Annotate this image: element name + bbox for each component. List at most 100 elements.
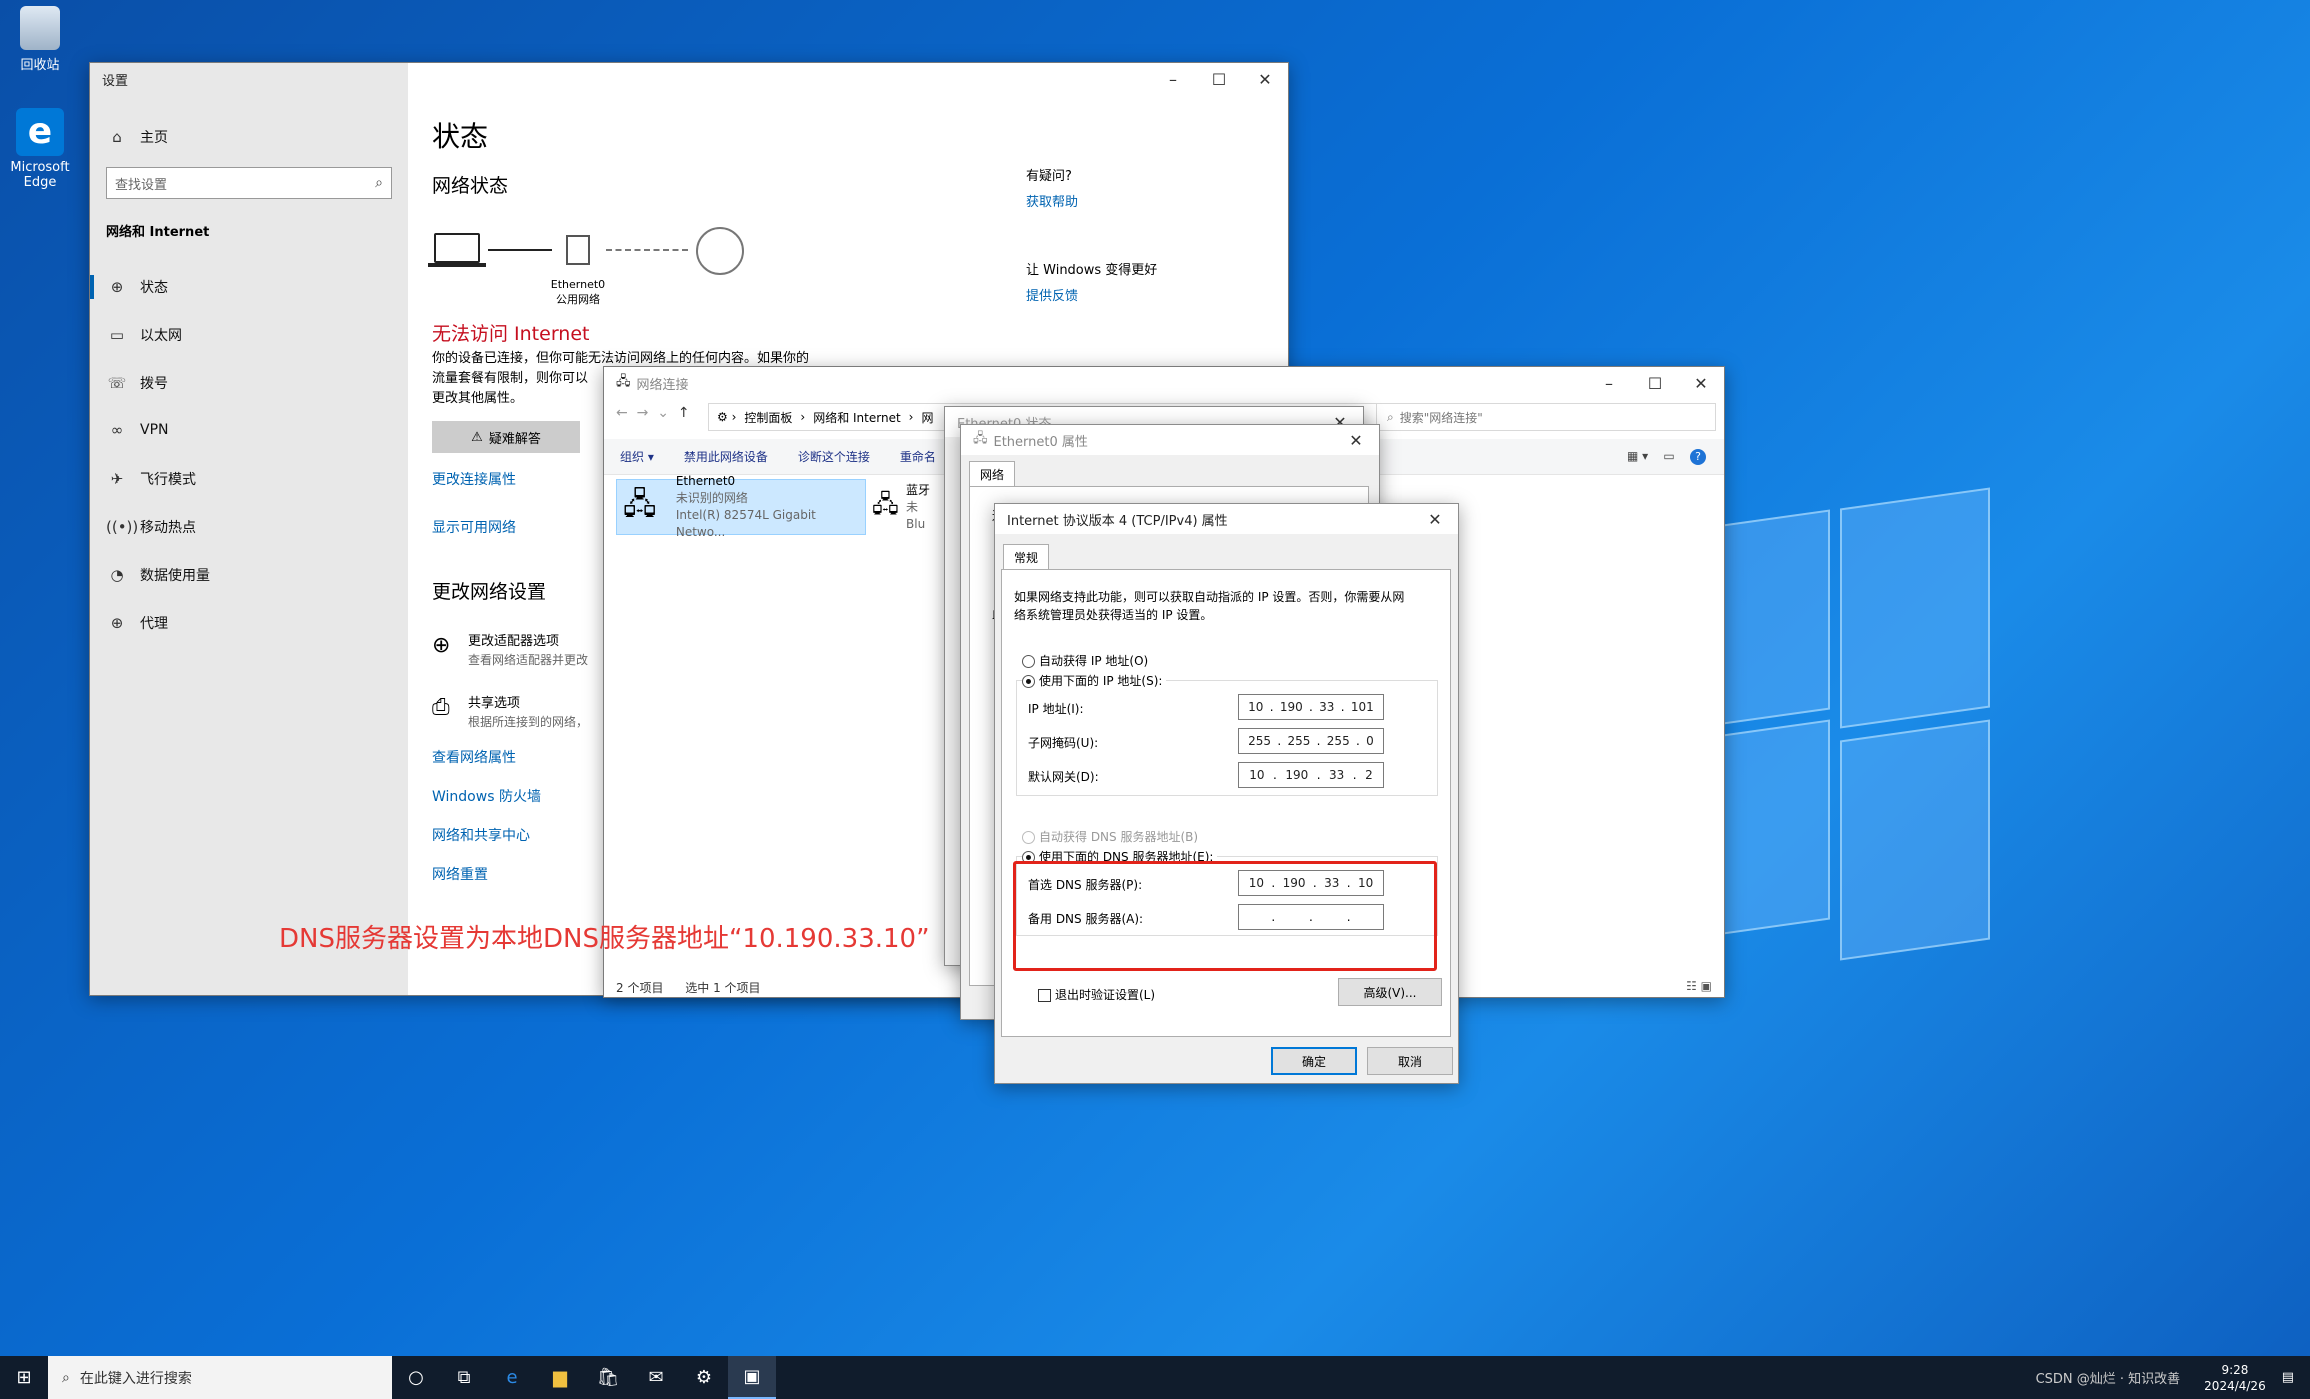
gateway-label: 默认网关(D): xyxy=(1028,770,1099,784)
mail-icon[interactable]: ✉ xyxy=(632,1356,680,1399)
edge-desktop-icon[interactable]: e Microsoft Edge xyxy=(0,108,80,190)
show-available-networks-link[interactable]: 显示可用网络 xyxy=(432,517,516,537)
rename-button[interactable]: 重命名 xyxy=(900,448,936,465)
validate-on-exit-checkbox[interactable]: 退出时验证设置(L) xyxy=(1038,986,1155,1003)
nav-back-forward[interactable]: ← → ⌄ ↑ xyxy=(616,405,690,421)
breadcrumb-item[interactable]: 网络和 Internet xyxy=(813,409,900,426)
adapter2-name: 蓝牙 xyxy=(906,482,931,497)
adapter-options-item[interactable]: ⊕ 更改适配器选项 查看网络适配器并更改 xyxy=(432,633,588,669)
gateway-field[interactable]: 10. 190. 33. 2 xyxy=(1238,762,1384,788)
sharing-options-icon: ⎙ xyxy=(432,695,450,720)
network-reset-link[interactable]: 网络重置 xyxy=(432,864,488,884)
cancel-button[interactable]: 取消 xyxy=(1367,1047,1453,1075)
search-icon: ⌕ xyxy=(1387,409,1394,424)
windows-firewall-link[interactable]: Windows 防火墙 xyxy=(432,786,541,806)
bluetooth-adapter-item[interactable]: 🖧 蓝牙 未 Blu xyxy=(872,479,932,535)
sharing-options-title: 共享选项 xyxy=(468,696,521,711)
ethernet-adapter-icon xyxy=(566,235,590,265)
sharing-options-item[interactable]: ⎙ 共享选项 根据所连接到的网络， xyxy=(432,695,588,731)
ip-address-field[interactable]: 10. 190. 33. 101 xyxy=(1238,694,1384,720)
recycle-bin-desktop-icon[interactable]: 回收站 xyxy=(0,6,80,73)
edge-label-line2: Edge xyxy=(23,175,57,190)
subnet-mask-field[interactable]: 255. 255. 255. 0 xyxy=(1238,728,1384,754)
globe-icon: ⊕ xyxy=(110,614,124,632)
manual-ip-radio[interactable]: 使用下面的 IP 地址(S): xyxy=(1022,672,1167,689)
auto-ip-radio[interactable]: 自动获得 IP 地址(O) xyxy=(1022,652,1148,669)
start-button[interactable]: ⊞ xyxy=(0,1356,48,1399)
sidebar-item-proxy[interactable]: ⊕ 代理 xyxy=(106,613,168,633)
tab-general[interactable]: 常规 xyxy=(1003,544,1050,570)
subnet-mask-label: 子网掩码(U): xyxy=(1028,736,1099,750)
close-button[interactable]: ✕ xyxy=(1412,503,1458,535)
minimize-button[interactable]: – xyxy=(1150,63,1196,95)
view-toggle-icons[interactable]: ☷ ▣ xyxy=(1686,979,1712,993)
minimize-button[interactable]: – xyxy=(1586,367,1632,399)
breadcrumb-item[interactable]: 控制面板 xyxy=(744,409,792,426)
diagnose-button[interactable]: 诊断这个连接 xyxy=(798,448,870,465)
taskbar-search[interactable]: ⌕ 在此键入进行搜索 xyxy=(48,1356,392,1399)
settings-section-heading: 网络和 Internet xyxy=(106,225,210,240)
sidebar-item-home[interactable]: ⌂ 主页 xyxy=(106,127,168,147)
globe-icon xyxy=(696,227,744,275)
clock-date: 2024/4/26 xyxy=(2204,1378,2266,1393)
auto-dns-radio[interactable]: 自动获得 DNS 服务器地址(B) xyxy=(1022,828,1198,845)
sidebar-item-dialup[interactable]: ☏ 拨号 xyxy=(106,373,168,393)
settings-taskbar-icon[interactable]: ⚙ xyxy=(680,1356,728,1399)
adapter2-status: 未 xyxy=(906,499,919,514)
get-help-link[interactable]: 获取帮助 xyxy=(1026,191,1078,210)
sidebar-item-vpn[interactable]: ∞ VPN xyxy=(106,421,169,439)
taskbar-search-placeholder: 在此键入进行搜索 xyxy=(79,1370,192,1387)
file-explorer-icon[interactable]: ▆ xyxy=(536,1356,584,1399)
view-network-properties-link[interactable]: 查看网络属性 xyxy=(432,747,516,767)
organize-menu[interactable]: 组织 ▾ xyxy=(620,448,654,465)
help-icon[interactable]: ? xyxy=(1690,448,1706,465)
advanced-button[interactable]: 高级(V)... xyxy=(1338,978,1442,1006)
nav-label: 状态 xyxy=(140,280,168,296)
view-options-icon[interactable]: ▦ ▾ ▭ ? xyxy=(1627,448,1706,465)
internet-link-dashed xyxy=(606,249,688,251)
system-tray: CSDN @灿烂 · 知识改善 9:28 2024/4/26 ▤ xyxy=(2036,1362,2294,1394)
ethernet0-adapter-item[interactable]: 🖧 Ethernet0 未识别的网络 Intel(R) 82574L Gigab… xyxy=(616,474,866,539)
change-connection-properties-link[interactable]: 更改连接属性 xyxy=(432,469,516,489)
question-heading: 有疑问? xyxy=(1026,169,1072,184)
breadcrumb-item[interactable]: 网 xyxy=(921,409,933,426)
sidebar-item-hotspot[interactable]: ((•)) 移动热点 xyxy=(106,517,196,537)
sidebar-item-data-usage[interactable]: ◔ 数据使用量 xyxy=(106,565,210,585)
netconn-search-placeholder: 搜索"网络连接" xyxy=(1399,410,1483,425)
maximize-button[interactable]: ☐ xyxy=(1632,367,1678,399)
recycle-bin-label: 回收站 xyxy=(20,58,60,73)
settings-search-input[interactable]: 查找设置 ⌕ xyxy=(106,167,392,199)
close-button[interactable]: ✕ xyxy=(1333,424,1379,456)
hotspot-icon: ((•)) xyxy=(106,518,139,536)
notification-icon[interactable]: ▤ xyxy=(2282,1370,2294,1385)
edge-taskbar-icon[interactable]: e xyxy=(488,1356,536,1399)
sidebar-item-ethernet[interactable]: ▭ 以太网 xyxy=(106,325,182,345)
netconn-search-input[interactable]: ⌕ 搜索"网络连接" xyxy=(1376,403,1716,431)
ok-button[interactable]: 确定 xyxy=(1271,1047,1357,1075)
airplane-icon: ✈ xyxy=(110,470,124,488)
nav-label: 拨号 xyxy=(140,376,168,392)
troubleshoot-button[interactable]: ⚠ 疑难解答 xyxy=(432,421,580,453)
feedback-link[interactable]: 提供反馈 xyxy=(1026,285,1078,304)
store-icon[interactable]: 🛍 xyxy=(584,1356,632,1399)
settings-title: 设置 xyxy=(102,73,129,89)
nav-label: 以太网 xyxy=(140,328,182,344)
task-view-icon[interactable]: ⧉ xyxy=(440,1356,488,1399)
netconn-title: 网络连接 xyxy=(636,377,689,393)
maximize-button[interactable]: ☐ xyxy=(1196,63,1242,95)
netconn-window-icon: 🖧 xyxy=(616,374,631,389)
tab-network[interactable]: 网络 xyxy=(969,461,1016,487)
nav-label: 代理 xyxy=(140,616,168,632)
search-placeholder: 查找设置 xyxy=(115,177,168,193)
network-connections-taskbar-icon[interactable]: ▣ xyxy=(728,1356,776,1399)
close-button[interactable]: ✕ xyxy=(1242,63,1288,95)
sidebar-item-status[interactable]: ⊕ 状态 xyxy=(106,277,168,297)
adapter-options-title: 更改适配器选项 xyxy=(468,634,560,649)
sidebar-item-airplane[interactable]: ✈ 飞行模式 xyxy=(106,469,196,489)
network-status-heading: 网络状态 xyxy=(432,175,509,197)
clock[interactable]: 9:28 2024/4/26 xyxy=(2204,1362,2266,1394)
cortana-icon[interactable]: ○ xyxy=(392,1356,440,1399)
sharing-center-link[interactable]: 网络和共享中心 xyxy=(432,825,530,845)
disable-device-button[interactable]: 禁用此网络设备 xyxy=(684,448,768,465)
close-button[interactable]: ✕ xyxy=(1678,367,1724,399)
